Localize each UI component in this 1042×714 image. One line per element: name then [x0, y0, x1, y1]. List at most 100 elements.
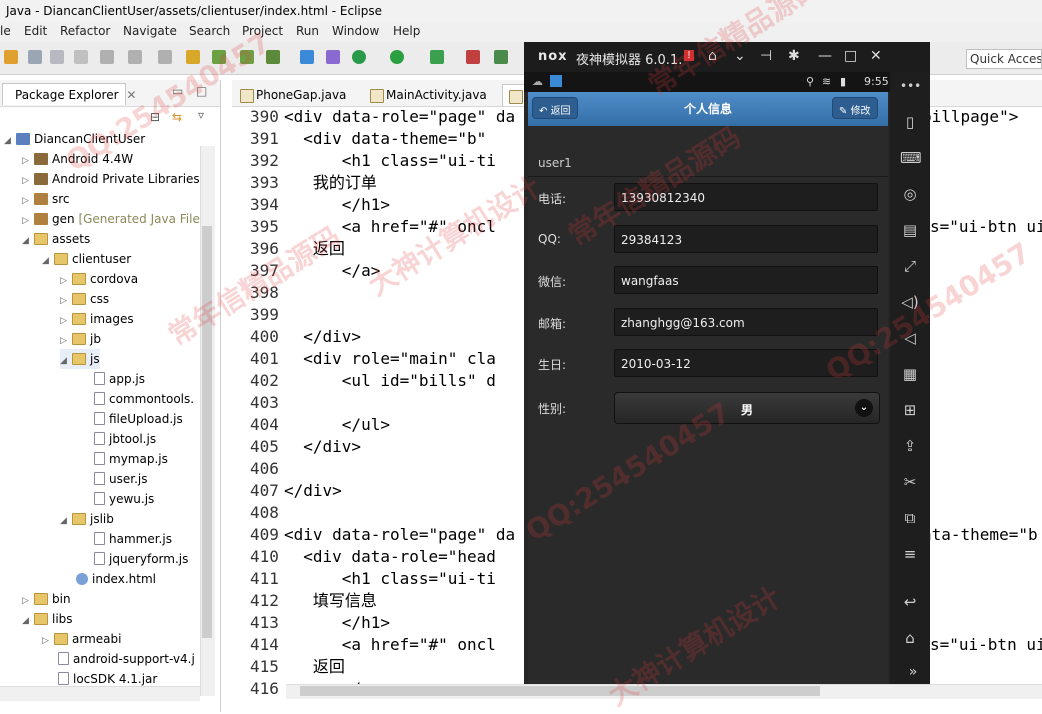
menu-run[interactable]: Run: [296, 24, 319, 38]
expand-icon[interactable]: ▷: [22, 591, 34, 611]
tree-item-libs[interactable]: ◢ libs: [22, 609, 73, 629]
expand-icon[interactable]: ◢: [22, 231, 34, 251]
tree-item-private-libs[interactable]: ▷ Android Private Libraries: [22, 169, 200, 189]
expand-icon[interactable]: ▷: [60, 291, 72, 311]
tree-item-file[interactable]: index.html: [76, 569, 156, 589]
run-external-icon[interactable]: [430, 50, 444, 64]
dropdown-icon[interactable]: ⌄: [734, 48, 746, 64]
tree-item-file[interactable]: user.js: [94, 469, 147, 489]
location-icon[interactable]: ◎: [900, 184, 920, 204]
tree-item-bin[interactable]: ▷ bin: [22, 589, 71, 609]
expand-icon[interactable]: »: [896, 664, 930, 684]
expand-icon[interactable]: ▷: [22, 171, 34, 191]
tree-item-images[interactable]: ▷ images: [60, 309, 134, 329]
more-icon[interactable]: •••: [900, 76, 921, 96]
toolbox-icon[interactable]: ▦: [900, 364, 920, 384]
toolbar-icon[interactable]: [300, 50, 314, 64]
expand-icon[interactable]: ◢: [42, 251, 54, 271]
gender-select[interactable]: 男 ⌄: [614, 392, 880, 424]
tree-item-file[interactable]: jqueryform.js: [94, 549, 188, 569]
menu-icon[interactable]: ≡: [900, 544, 920, 564]
alert-icon[interactable]: !: [684, 50, 695, 61]
save-icon[interactable]: [28, 50, 42, 64]
tree-item-file[interactable]: commontools.: [94, 389, 194, 409]
expand-icon[interactable]: ▷: [42, 631, 54, 651]
toolbar-icon[interactable]: [100, 50, 114, 64]
save-all-icon[interactable]: [50, 50, 64, 64]
tree-item-assets[interactable]: ◢ assets: [22, 229, 90, 249]
toolbar-icon[interactable]: [494, 50, 508, 64]
tree-item-armeabi[interactable]: ▷ armeabi: [42, 629, 121, 649]
toolbar-icon[interactable]: [186, 50, 200, 64]
fullscreen-icon[interactable]: ⤢: [900, 256, 920, 276]
phone-field[interactable]: 13930812340: [614, 183, 878, 211]
menu-window[interactable]: Window: [332, 24, 379, 38]
tree-item-clientuser[interactable]: ◢ clientuser: [42, 249, 131, 269]
expand-icon[interactable]: ▷: [22, 211, 34, 231]
tab-phonegap[interactable]: PhoneGap.java: [234, 84, 352, 106]
close-icon[interactable]: ✕: [126, 88, 136, 102]
new-icon[interactable]: [4, 50, 18, 64]
expand-icon[interactable]: ▷: [60, 331, 72, 351]
tree-item-src[interactable]: ▷ src: [22, 189, 70, 209]
screen-icon[interactable]: ▤: [900, 220, 920, 240]
expand-icon[interactable]: ◢: [4, 131, 16, 151]
screenshot-icon[interactable]: ✂: [900, 472, 920, 492]
tree-item-file[interactable]: mymap.js: [94, 449, 168, 469]
checkbox-icon[interactable]: [266, 50, 280, 64]
debug-icon[interactable]: [352, 50, 366, 64]
menu-edit[interactable]: Edit: [24, 24, 47, 38]
tree-item-cordova[interactable]: ▷ cordova: [60, 269, 138, 289]
tree-item-jslib[interactable]: ◢ jslib: [60, 509, 114, 529]
toolbar-icon[interactable]: [158, 50, 172, 64]
tree-item-file[interactable]: app.js: [94, 369, 145, 389]
view-menu-icon[interactable]: ▿: [198, 108, 204, 122]
menu-project[interactable]: Project: [242, 24, 283, 38]
apk-icon[interactable]: ⇪: [900, 436, 920, 456]
expand-icon[interactable]: ▷: [22, 191, 34, 211]
qq-field[interactable]: 29384123: [614, 225, 878, 253]
scrollbar-thumb[interactable]: [300, 686, 820, 696]
multi-instance-icon[interactable]: ⧉: [900, 508, 920, 528]
settings-icon[interactable]: ✱: [788, 48, 800, 64]
tree-item-jb[interactable]: ▷ jb: [60, 329, 101, 349]
avd-manager-icon[interactable]: [240, 50, 254, 64]
tree-item-css[interactable]: ▷ css: [60, 289, 109, 309]
menu-search[interactable]: Search: [189, 24, 230, 38]
maximize-icon[interactable]: □: [844, 48, 857, 64]
minimize-icon[interactable]: ▭: [172, 84, 183, 98]
menu-file[interactable]: le: [0, 24, 11, 38]
maximize-icon[interactable]: □: [196, 84, 207, 98]
back-icon[interactable]: ↩: [900, 592, 920, 612]
print-icon[interactable]: [74, 50, 88, 64]
email-field[interactable]: zhanghgg@163.com: [614, 308, 878, 336]
tab-mainactivity[interactable]: MainActivity.java: [364, 84, 493, 106]
expand-icon[interactable]: ▷: [22, 151, 34, 171]
volume-up-icon[interactable]: ◁): [900, 292, 920, 312]
minimize-icon[interactable]: —: [818, 48, 832, 64]
expand-icon[interactable]: ◢: [60, 351, 72, 371]
scrollbar-thumb[interactable]: [202, 226, 212, 638]
add-app-icon[interactable]: ⊞: [900, 400, 920, 420]
link-editor-icon[interactable]: ⇆: [172, 110, 182, 124]
phone-icon[interactable]: ▯: [900, 112, 920, 132]
home-icon[interactable]: ⌂: [708, 48, 717, 64]
expand-icon[interactable]: ◢: [22, 611, 34, 631]
toolbar-icon[interactable]: [466, 50, 480, 64]
wechat-field[interactable]: wangfaas: [614, 266, 878, 294]
tree-item-file[interactable]: fileUpload.js: [94, 409, 183, 429]
tree-item-js[interactable]: ◢ js: [60, 349, 100, 369]
android-sdk-icon[interactable]: [212, 50, 226, 64]
tree-item-file[interactable]: yewu.js: [94, 489, 154, 509]
birthday-field[interactable]: 2010-03-12: [614, 349, 878, 377]
expand-icon[interactable]: ▷: [60, 311, 72, 331]
toolbar-icon[interactable]: [128, 50, 142, 64]
menu-help[interactable]: Help: [393, 24, 420, 38]
edit-button[interactable]: ✎ 修改: [832, 97, 878, 119]
tree-item-file[interactable]: jbtool.js: [94, 429, 156, 449]
run-icon[interactable]: [390, 50, 404, 64]
collapse-all-icon[interactable]: ⊟: [150, 110, 160, 124]
tree-item-file[interactable]: hammer.js: [94, 529, 172, 549]
toolbar-icon[interactable]: [326, 50, 340, 64]
menu-refactor[interactable]: Refactor: [60, 24, 110, 38]
